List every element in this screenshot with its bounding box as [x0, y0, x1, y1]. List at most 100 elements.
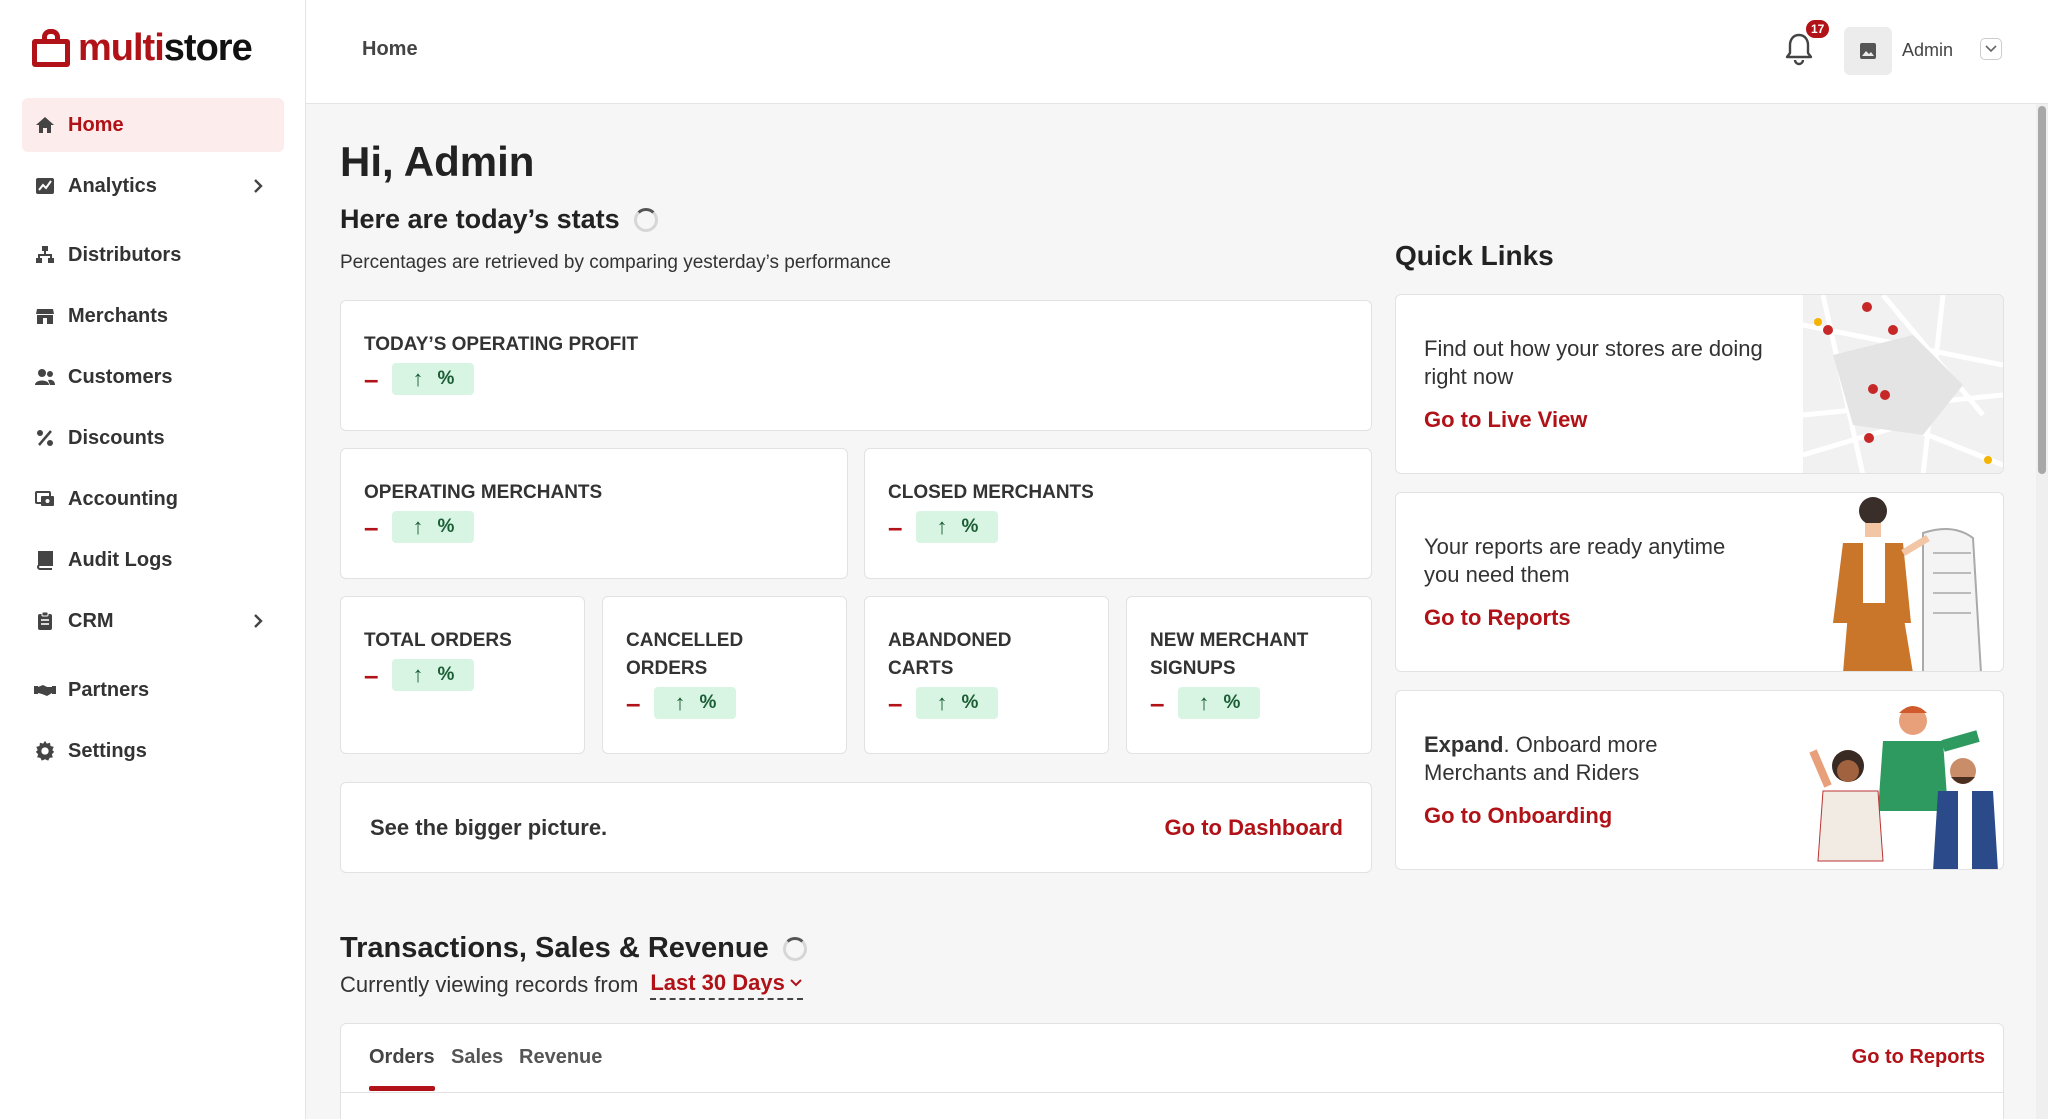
sidebar-item-accounting[interactable]: Accounting [22, 472, 284, 526]
arrow-up-icon: ↑ [936, 514, 948, 539]
page-greeting: Hi, Admin [340, 138, 535, 185]
chevron-right-icon [248, 611, 268, 631]
sidebar-item-label: Audit Logs [68, 548, 173, 571]
analytics-icon [34, 175, 56, 197]
chevron-down-icon [1985, 45, 1997, 53]
avatar[interactable] [1844, 27, 1892, 75]
top-header: Home 17 Admin [306, 0, 2048, 104]
go-to-onboarding-link[interactable]: Go to Onboarding [1424, 803, 1612, 829]
chevron-down-icon [790, 979, 802, 987]
stats-heading: Here are today’s stats [340, 204, 658, 235]
stat-metric: – ↑% [364, 363, 475, 395]
sidebar-item-label: Settings [68, 739, 147, 762]
bigger-picture-card: See the bigger picture. Go to Dashboard [340, 782, 1372, 873]
arrow-up-icon: ↑ [936, 690, 948, 715]
percent-icon [34, 427, 56, 449]
sidebar-item-partners[interactable]: Partners [22, 663, 284, 717]
onboarding-illustration [1809, 706, 1998, 869]
quick-link-reports[interactable]: Your reports are ready anytime you need … [1395, 492, 2004, 672]
go-to-reports-link[interactable]: Go to Reports [1852, 1046, 1985, 1069]
change-badge: ↑% [1178, 687, 1261, 719]
tab-sales[interactable]: Sales [451, 1046, 503, 1069]
sidebar-item-discounts[interactable]: Discounts [22, 411, 284, 465]
quick-link-text: Find out how your stores are doing right… [1424, 336, 1763, 389]
transactions-subtitle: Currently viewing records from Last 30 D… [340, 970, 803, 1000]
change-badge: ↑% [654, 687, 737, 719]
brand-logo[interactable]: multistore [32, 26, 253, 70]
quick-link-live-view[interactable]: Find out how your stores are doing right… [1395, 294, 2004, 474]
stat-metric: – ↑% [1150, 687, 1261, 719]
sidebar-item-customers[interactable]: Customers [22, 350, 284, 404]
change-badge: ↑% [392, 659, 475, 691]
sidebar-item-settings[interactable]: Settings [22, 724, 284, 778]
go-to-reports-link[interactable]: Go to Reports [1424, 605, 1571, 631]
sidebar-item-label: Home [68, 113, 124, 136]
stat-metric: – ↑% [888, 687, 999, 719]
transactions-subtitle-text: Currently viewing records from [340, 972, 639, 997]
transactions-tabs-card: Orders Sales Revenue Go to Reports [340, 1023, 2004, 1119]
change-badge: ↑% [392, 363, 475, 395]
image-placeholder-icon [1860, 43, 1876, 59]
stats-heading-text: Here are today’s stats [340, 204, 620, 234]
sidebar-item-label: Customers [68, 365, 173, 388]
go-to-live-view-link[interactable]: Go to Live View [1424, 407, 1587, 433]
stat-value: – [888, 688, 903, 718]
sidebar-item-label: Accounting [68, 487, 178, 510]
change-badge: ↑% [916, 687, 999, 719]
go-to-dashboard-link[interactable]: Go to Dashboard [1165, 815, 1343, 841]
arrow-up-icon: ↑ [412, 662, 424, 687]
active-tab-indicator [369, 1086, 435, 1091]
transactions-heading: Transactions, Sales & Revenue [340, 932, 807, 965]
quick-links-heading: Quick Links [1395, 240, 1554, 271]
change-badge: ↑% [916, 511, 999, 543]
map-illustration [1803, 295, 2003, 473]
stat-card-closed-merchants: Closed merchants – ↑% [864, 448, 1372, 579]
quick-link-text: Expand. Onboard more Merchants and Rider… [1424, 732, 1658, 785]
stat-value: – [364, 512, 379, 542]
stat-card-title: Today’s operating profit [364, 334, 639, 355]
bigger-picture-text: See the bigger picture. [370, 815, 608, 840]
stat-card-operating-profit: Today’s operating profit – ↑% [340, 300, 1372, 431]
scrollbar-thumb[interactable] [2038, 106, 2046, 474]
handshake-icon [34, 679, 56, 701]
accounting-icon [34, 488, 56, 510]
tab-revenue[interactable]: Revenue [519, 1046, 602, 1069]
sidebar-item-distributors[interactable]: Distributors [22, 228, 284, 282]
store-icon [34, 305, 56, 327]
chevron-right-icon [248, 176, 268, 196]
tab-orders[interactable]: Orders [369, 1046, 435, 1069]
sidebar-item-label: Analytics [68, 174, 157, 197]
sidebar-item-audit-logs[interactable]: Audit Logs [22, 533, 284, 587]
stat-value: – [1150, 688, 1165, 718]
transactions-heading-text: Transactions, Sales & Revenue [340, 932, 769, 964]
gear-icon [34, 740, 56, 762]
stat-value: – [888, 512, 903, 542]
book-icon [34, 549, 56, 571]
stats-subtitle: Percentages are retrieved by comparing y… [340, 252, 891, 273]
user-menu-dropdown[interactable] [1980, 38, 2002, 60]
sidebar-item-analytics[interactable]: Analytics [22, 159, 284, 213]
shopping-bag-icon [32, 29, 70, 67]
stat-value: – [626, 688, 641, 718]
reports-illustration [1833, 497, 1982, 671]
user-name[interactable]: Admin [1902, 40, 1953, 61]
stat-card-title: Cancelled orders [626, 630, 744, 679]
loading-spinner-icon [782, 936, 807, 961]
sidebar-item-crm[interactable]: CRM [22, 594, 284, 648]
stat-metric: – ↑% [364, 659, 475, 691]
sidebar-item-label: Partners [68, 678, 150, 701]
date-range-dropdown[interactable]: Last 30 Days [650, 970, 803, 1000]
stat-card-abandoned-carts: Abandoned carts – ↑% [864, 596, 1109, 754]
loading-spinner-icon [633, 207, 658, 232]
breadcrumb[interactable]: Home [362, 38, 418, 61]
home-icon [34, 114, 56, 136]
quick-link-text: Your reports are ready anytime you need … [1424, 534, 1726, 587]
arrow-up-icon: ↑ [1198, 690, 1210, 715]
sidebar-item-home[interactable]: Home [22, 98, 284, 152]
sidebar-item-label: Merchants [68, 304, 169, 327]
quick-link-onboarding[interactable]: Expand. Onboard more Merchants and Rider… [1395, 690, 2004, 870]
stat-card-cancelled-orders: Cancelled orders – ↑% [602, 596, 847, 754]
sidebar-item-merchants[interactable]: Merchants [22, 289, 284, 343]
stat-card-title: Total orders [364, 630, 512, 651]
clipboard-icon [34, 610, 56, 632]
